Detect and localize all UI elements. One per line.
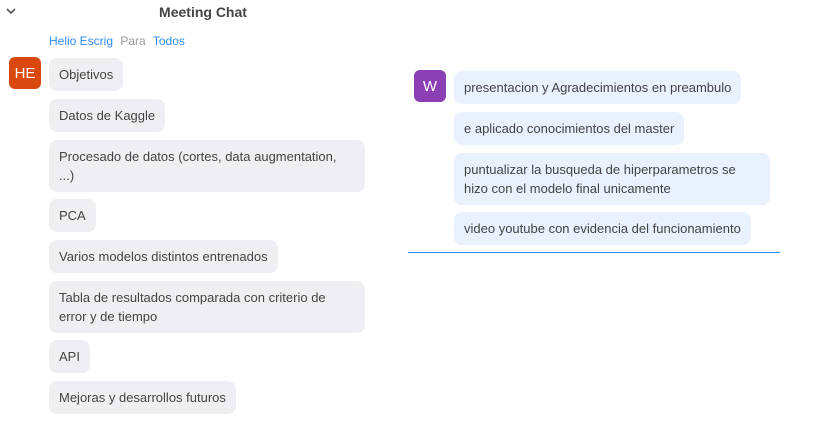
sender-line: Helio Escrig Para Todos [49, 34, 185, 48]
message-bubble[interactable]: PCA [49, 199, 96, 232]
avatar: W [414, 70, 446, 102]
avatar: HE [9, 57, 41, 89]
message-bubble[interactable]: Tabla de resultados comparada con criter… [49, 281, 365, 333]
recipient-link[interactable]: Todos [153, 34, 185, 48]
chat-title: Meeting Chat [159, 4, 247, 20]
message-bubble[interactable]: e aplicado conocimientos del master [454, 112, 685, 145]
message-bubble[interactable]: Datos de Kaggle [49, 99, 166, 132]
message-bubble[interactable]: Objetivos [49, 58, 124, 91]
message-bubble[interactable]: video youtube con evidencia del funciona… [454, 212, 751, 245]
message-bubble[interactable]: presentacion y Agradecimientos en preamb… [454, 71, 742, 104]
new-messages-divider [408, 252, 780, 253]
message-bubble[interactable]: API [49, 340, 90, 373]
message-bubble[interactable]: Procesado de datos (cortes, data augment… [49, 140, 365, 192]
message-bubble[interactable]: Varios modelos distintos entrenados [49, 240, 278, 273]
sender-name-link[interactable]: Helio Escrig [49, 34, 113, 48]
to-label: Para [120, 34, 146, 48]
message-bubble[interactable]: puntualizar la busqueda de hiperparametr… [454, 153, 770, 205]
message-bubble[interactable]: Mejoras y desarrollos futuros [49, 381, 236, 414]
